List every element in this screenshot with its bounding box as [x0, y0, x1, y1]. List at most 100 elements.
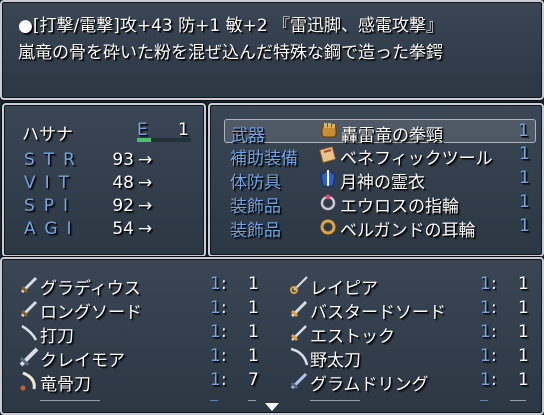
slot-item-name: 月神の霊衣	[340, 173, 425, 193]
slot-item-count: 1	[519, 216, 530, 236]
item-colon: :	[491, 298, 497, 318]
item-total: 1	[518, 370, 529, 390]
list-item[interactable]: バスタードソード 1 : 1	[288, 297, 538, 323]
slot-item-count: 1	[519, 168, 530, 188]
item-count: 1	[210, 274, 221, 294]
slot-type-label: 装飾品	[230, 197, 281, 217]
item-colon: :	[221, 346, 227, 366]
stat-name: SPI	[24, 196, 78, 216]
equip-slot-weapon[interactable]: 武器 轟雷竜の拳頸 1	[224, 119, 536, 146]
item-total: 1	[518, 274, 529, 294]
status-window: ハサナ E 1 STR 93 → VIT 48 → SPI 92 → AGI 5…	[2, 103, 206, 257]
item-colon: :	[491, 274, 497, 294]
stat-name: VIT	[24, 173, 79, 193]
stat-arrow: →	[138, 173, 153, 193]
rapier-icon	[288, 274, 310, 296]
level-value: 1	[178, 120, 189, 140]
item-colon: :	[221, 274, 227, 294]
list-item[interactable]: 野太刀 1 : 1	[288, 345, 538, 371]
item-colon: :	[491, 370, 497, 390]
item-total: 1	[518, 298, 529, 318]
sword-icon	[18, 298, 40, 320]
slot-item-name: ベルガンドの耳輪	[340, 221, 476, 241]
list-item[interactable]: クレイモア 1 : 1	[18, 345, 268, 371]
list-item[interactable]: レイピア 1 : 1	[288, 273, 538, 299]
item-count: 1	[480, 298, 491, 318]
item-description-text: 嵐竜の骨を砕いた粉を混ぜ込んだ特殊な鋼で造った拳鍔	[18, 43, 443, 63]
stat-arrow: →	[138, 150, 153, 170]
item-total: 1	[518, 346, 529, 366]
help-window: ●[打撃/電撃]攻+43 防+1 敏+2 『雷迅脚、感電攻撃』 嵐竜の骨を砕いた…	[0, 0, 544, 100]
list-item[interactable]: ロングソード 1 : 1	[18, 297, 268, 323]
equip-slot-window: 武器 轟雷竜の拳頸 1 補助装備 ベネフィックツール 1 体防具 月神の霊衣 1…	[208, 103, 544, 257]
sword-icon	[288, 322, 310, 344]
exp-gauge-fill	[137, 138, 151, 142]
stat-value: 54	[112, 219, 134, 239]
equip-slot-accessory-1[interactable]: 装飾品 エウロスの指輪 1	[224, 191, 536, 217]
item-colon: :	[491, 346, 497, 366]
list-item[interactable]: 打刀 1 : 1	[18, 321, 268, 347]
slot-type-label: 補助装備	[230, 149, 298, 169]
list-item[interactable]: エストック 1 : 1	[288, 321, 538, 347]
item-count: 1	[480, 370, 491, 390]
stat-value: 92	[112, 196, 134, 216]
slot-item-name: ベネフィックツール	[340, 149, 493, 169]
item-name: 竜骨刀	[40, 375, 91, 395]
item-name: グラムドリング	[310, 375, 429, 395]
item-total: 1	[248, 346, 259, 366]
sword-icon	[18, 274, 40, 296]
item-colon: :	[221, 322, 227, 342]
item-count: 1	[480, 322, 491, 342]
item-count: 1	[210, 370, 221, 390]
stat-name: AGI	[24, 219, 81, 239]
actor-name: ハサナ	[22, 125, 73, 145]
item-name: クレイモア	[40, 351, 125, 371]
slot-item-count: 1	[518, 121, 529, 141]
slot-type-label: 体防具	[230, 173, 281, 193]
item-total: 1	[248, 322, 259, 342]
item-colon: :	[221, 298, 227, 318]
equip-slot-accessory-2[interactable]: 装飾品 ベルガンドの耳輪 1	[224, 215, 536, 241]
item-count: 1	[480, 274, 491, 294]
equip-slot-body[interactable]: 体防具 月神の霊衣 1	[224, 167, 536, 193]
list-item-partial	[288, 393, 528, 401]
item-colon: :	[491, 322, 497, 342]
item-colon: :	[221, 370, 227, 390]
item-count: 1	[210, 346, 221, 366]
item-name: エストック	[310, 327, 395, 347]
item-effect-text: ●[打撃/電撃]攻+43 防+1 敏+2 『雷迅脚、感電攻撃』	[18, 16, 444, 36]
item-count: 1	[480, 346, 491, 366]
item-total: 1	[518, 322, 529, 342]
scroll-down-arrow-icon[interactable]	[265, 403, 279, 411]
stat-name: STR	[24, 150, 84, 170]
nodachi-icon	[288, 346, 310, 368]
list-item-partial	[18, 393, 258, 401]
slot-type-label: 装飾品	[230, 221, 281, 241]
list-item[interactable]: 竜骨刀 1 : 7	[18, 369, 268, 395]
list-item[interactable]: グラディウス 1 : 1	[18, 273, 268, 299]
scroll-icon	[318, 144, 338, 164]
equip-slot-accessory-tool[interactable]: 補助装備 ベネフィックツール 1	[224, 143, 536, 169]
item-name: バスタードソード	[310, 303, 446, 323]
slot-item-count: 1	[519, 144, 530, 164]
item-list-window: グラディウス 1 : 1 ロングソード 1 : 1 打刀 1 : 1 クレイモア…	[0, 257, 544, 415]
item-name: レイピア	[310, 279, 378, 299]
sword-icon	[288, 370, 310, 392]
item-name: ロングソード	[40, 303, 142, 323]
katana-icon	[18, 322, 40, 344]
stat-arrow: →	[138, 219, 153, 239]
earring-icon	[318, 216, 338, 236]
list-item[interactable]: グラムドリング 1 : 1	[288, 369, 538, 395]
item-total: 7	[248, 370, 259, 390]
sword-icon	[288, 298, 310, 320]
robe-icon	[318, 168, 338, 188]
item-name: 打刀	[40, 327, 74, 347]
slot-item-count: 1	[519, 192, 530, 212]
level-label: E	[137, 120, 148, 140]
gauntlet-icon	[319, 121, 339, 141]
stat-value: 93	[112, 150, 134, 170]
item-count: 1	[210, 298, 221, 318]
slot-item-name: エウロスの指輪	[340, 197, 459, 217]
stat-arrow: →	[138, 196, 153, 216]
item-name: グラディウス	[40, 279, 141, 299]
